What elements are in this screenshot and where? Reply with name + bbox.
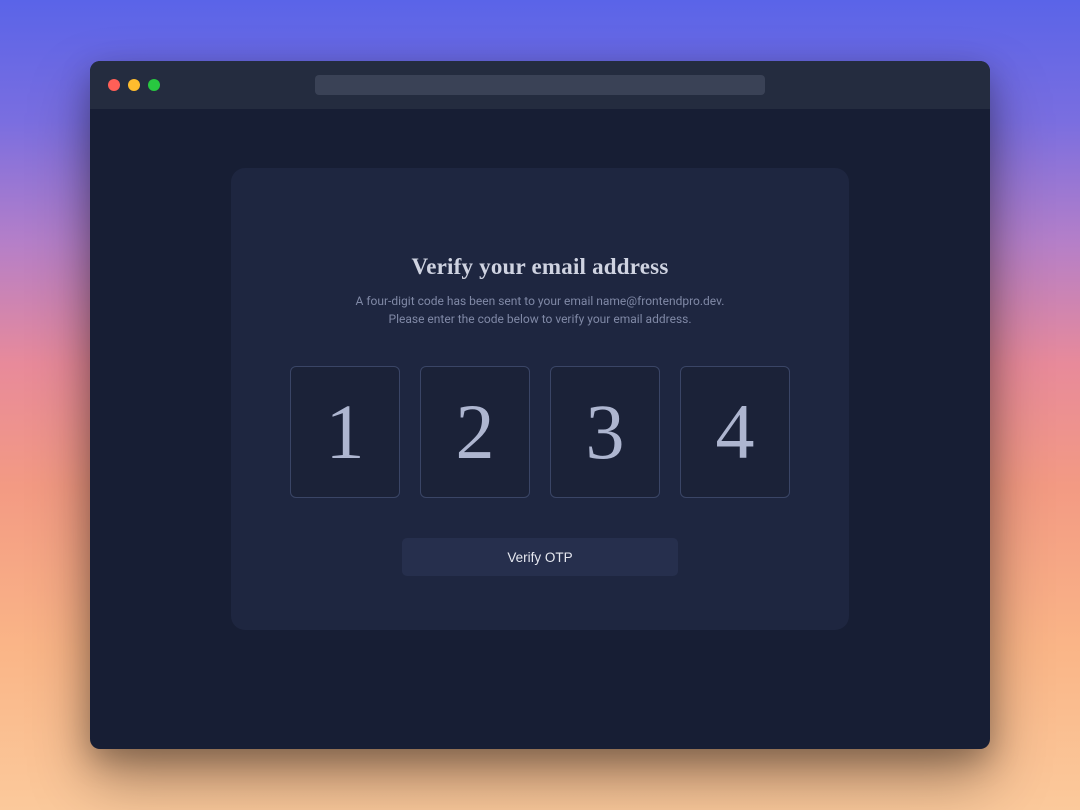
verify-card: Verify your email address A four-digit c… <box>231 168 849 630</box>
card-subtitle: A four-digit code has been sent to your … <box>356 292 725 328</box>
maximize-icon[interactable] <box>148 79 160 91</box>
subtitle-line-2: Please enter the code below to verify yo… <box>356 310 725 328</box>
otp-digit-1[interactable] <box>290 366 400 498</box>
traffic-lights <box>108 79 160 91</box>
otp-input-row <box>291 366 789 498</box>
otp-digit-3[interactable] <box>550 366 660 498</box>
url-bar[interactable] <box>315 75 765 95</box>
minimize-icon[interactable] <box>128 79 140 91</box>
window-content: Verify your email address A four-digit c… <box>90 109 990 749</box>
titlebar <box>90 61 990 109</box>
card-title: Verify your email address <box>412 254 669 280</box>
subtitle-line-1: A four-digit code has been sent to your … <box>356 292 725 310</box>
otp-digit-4[interactable] <box>680 366 790 498</box>
browser-window: Verify your email address A four-digit c… <box>90 61 990 749</box>
verify-otp-button[interactable]: Verify OTP <box>402 538 678 576</box>
close-icon[interactable] <box>108 79 120 91</box>
otp-digit-2[interactable] <box>420 366 530 498</box>
